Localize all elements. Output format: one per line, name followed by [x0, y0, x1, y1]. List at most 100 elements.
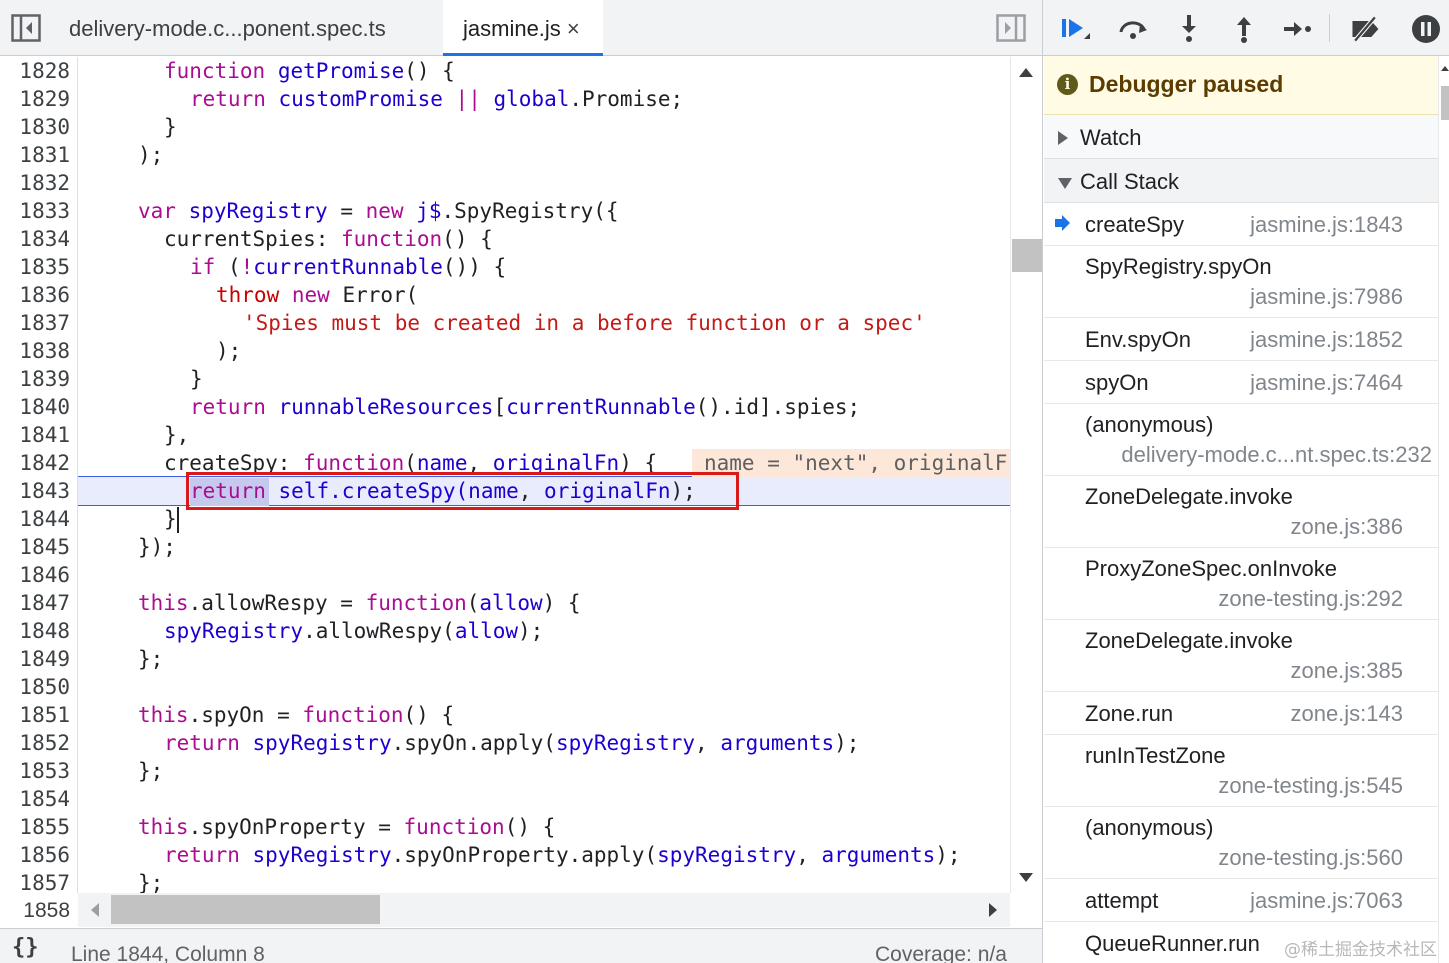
call-frame-current[interactable]: createSpy jasmine.js:1843 — [1044, 203, 1438, 246]
code-view[interactable]: 1828 1829 1830 1831 1832 1833 1834 1835 … — [0, 57, 1010, 893]
call-frame[interactable]: Zone.run zone.js:143 — [1044, 692, 1438, 735]
line-number[interactable]: 1847 — [0, 589, 70, 617]
call-frame[interactable]: ZoneDelegate.invoke zone.js:385 — [1044, 620, 1438, 692]
pretty-print-button[interactable]: {} — [12, 935, 39, 960]
frame-location[interactable]: zone.js:385 — [1290, 658, 1403, 684]
resume-icon[interactable] — [1057, 12, 1091, 46]
line-number[interactable]: 1834 — [0, 225, 70, 253]
line-number[interactable]: 1854 — [0, 785, 70, 813]
scroll-left-icon[interactable] — [91, 903, 99, 917]
code-line: return spyRegistry.spyOnProperty.apply(s… — [164, 843, 961, 867]
step-out-icon[interactable] — [1227, 12, 1261, 46]
code-line: spyRegistry.allowRespy(allow); — [164, 619, 544, 643]
frame-location[interactable]: zone-testing.js:545 — [1218, 773, 1403, 799]
scrollbar-thumb[interactable] — [1012, 239, 1042, 272]
frame-location[interactable]: zone-testing.js:560 — [1218, 845, 1403, 871]
line-number[interactable]: 1857 — [0, 869, 70, 893]
watch-section-header[interactable]: Watch — [1044, 115, 1438, 159]
line-number-gutter[interactable]: 1828 1829 1830 1831 1832 1833 1834 1835 … — [0, 57, 78, 893]
line-number[interactable]: 1833 — [0, 197, 70, 225]
line-number[interactable]: 1846 — [0, 561, 70, 589]
code-line: } — [190, 367, 203, 391]
pause-on-exceptions-icon[interactable] — [1409, 12, 1443, 46]
step-over-icon[interactable] — [1116, 12, 1150, 46]
tab-delivery-mode-spec[interactable]: delivery-mode.c...ponent.spec.ts — [69, 0, 386, 56]
coverage-status: Coverage: n/a — [875, 943, 1007, 963]
call-frame[interactable]: runInTestZone zone-testing.js:545 — [1044, 735, 1438, 807]
scroll-up-icon[interactable] — [1019, 68, 1033, 77]
line-number[interactable]: 1830 — [0, 113, 70, 141]
step-into-icon[interactable] — [1172, 12, 1206, 46]
call-frame[interactable]: ProxyZoneSpec.onInvoke zone-testing.js:2… — [1044, 548, 1438, 620]
frame-location[interactable]: jasmine.js:1852 — [1250, 327, 1403, 353]
line-number[interactable]: 1844 — [0, 505, 70, 533]
code-line: throw new Error( — [216, 283, 419, 307]
line-number[interactable]: 1856 — [0, 841, 70, 869]
frame-name: (anonymous) — [1085, 412, 1214, 437]
call-stack-list: createSpy jasmine.js:1843 SpyRegistry.sp… — [1044, 203, 1438, 963]
line-number[interactable]: 1840 — [0, 393, 70, 421]
line-number[interactable]: 1843 — [0, 477, 70, 505]
line-number[interactable]: 1842 — [0, 449, 70, 477]
code-line: ); — [216, 339, 242, 363]
line-number[interactable]: 1836 — [0, 281, 70, 309]
frame-location[interactable]: zone-testing.js:292 — [1218, 586, 1403, 612]
line-number[interactable]: 1855 — [0, 813, 70, 841]
line-number[interactable]: 1832 — [0, 169, 70, 197]
call-frame[interactable]: attempt jasmine.js:7063 — [1044, 879, 1438, 922]
line-number[interactable]: 1852 — [0, 729, 70, 757]
line-number[interactable]: 1848 — [0, 617, 70, 645]
call-frame[interactable]: (anonymous) delivery-mode.c...nt.spec.ts… — [1044, 404, 1438, 476]
scroll-down-icon[interactable] — [1019, 873, 1033, 882]
scrollbar-thumb[interactable] — [111, 895, 380, 924]
deactivate-breakpoints-icon[interactable] — [1348, 12, 1382, 46]
debugger-toolbar — [1043, 0, 1449, 56]
call-frame[interactable]: ZoneDelegate.invoke zone.js:386 — [1044, 476, 1438, 548]
inline-variable-values[interactable]: name = "next", originalF — [692, 449, 1010, 477]
frame-name: createSpy — [1085, 212, 1185, 237]
code-line: ); — [138, 143, 164, 167]
line-number[interactable]: 1853 — [0, 757, 70, 785]
frame-location[interactable]: jasmine.js:1843 — [1250, 212, 1403, 238]
line-number[interactable]: 1838 — [0, 337, 70, 365]
line-number[interactable]: 1839 — [0, 365, 70, 393]
scrollbar-thumb[interactable] — [1441, 86, 1449, 120]
step-icon[interactable] — [1281, 12, 1315, 46]
line-number[interactable]: 1828 — [0, 57, 70, 85]
frame-location[interactable]: jasmine.js:7464 — [1250, 370, 1403, 396]
frame-location[interactable]: zone.js:386 — [1290, 514, 1403, 540]
callstack-section-header[interactable]: Call Stack — [1044, 159, 1438, 203]
call-frame[interactable]: Env.spyOn jasmine.js:1852 — [1044, 318, 1438, 361]
frame-location[interactable]: delivery-mode.c...nt.spec.ts:232 — [1121, 442, 1432, 468]
call-frame[interactable]: (anonymous) zone-testing.js:560 — [1044, 807, 1438, 879]
scroll-up-icon[interactable] — [1441, 66, 1449, 71]
sidebar-scrollbar[interactable] — [1438, 56, 1449, 963]
tab-jasmine-js[interactable]: jasmine.js × — [443, 0, 603, 56]
frame-location[interactable]: zone.js:143 — [1290, 701, 1403, 727]
line-number[interactable]: 1835 — [0, 253, 70, 281]
line-number[interactable]: 1845 — [0, 533, 70, 561]
close-icon[interactable]: × — [567, 0, 580, 58]
line-number[interactable]: 1849 — [0, 645, 70, 673]
call-frame[interactable]: SpyRegistry.spyOn jasmine.js:7986 — [1044, 246, 1438, 318]
toolbar-separator — [1329, 14, 1330, 42]
frame-location[interactable]: jasmine.js:7063 — [1250, 888, 1403, 914]
toggle-debugger-icon[interactable] — [996, 14, 1026, 42]
line-number[interactable]: 1841 — [0, 421, 70, 449]
line-number[interactable]: 1829 — [0, 85, 70, 113]
horizontal-scrollbar[interactable] — [78, 893, 1010, 927]
line-number[interactable]: 1831 — [0, 141, 70, 169]
vertical-scrollbar[interactable] — [1010, 57, 1042, 893]
toggle-navigator-icon[interactable] — [11, 14, 41, 42]
code-line: this.allowRespy = function(allow) { — [138, 591, 581, 615]
frame-location[interactable]: jasmine.js:7986 — [1250, 284, 1403, 310]
code-line: return runnableResources[currentRunnable… — [190, 395, 861, 419]
line-number[interactable]: 1851 — [0, 701, 70, 729]
scroll-right-icon[interactable] — [989, 903, 997, 917]
line-number[interactable]: 1837 — [0, 309, 70, 337]
code-line: if (!currentRunnable()) { — [190, 255, 507, 279]
active-tab-indicator — [443, 53, 603, 56]
line-number[interactable]: 1850 — [0, 673, 70, 701]
line-number[interactable]: 1858 — [0, 897, 70, 925]
call-frame[interactable]: spyOn jasmine.js:7464 — [1044, 361, 1438, 404]
